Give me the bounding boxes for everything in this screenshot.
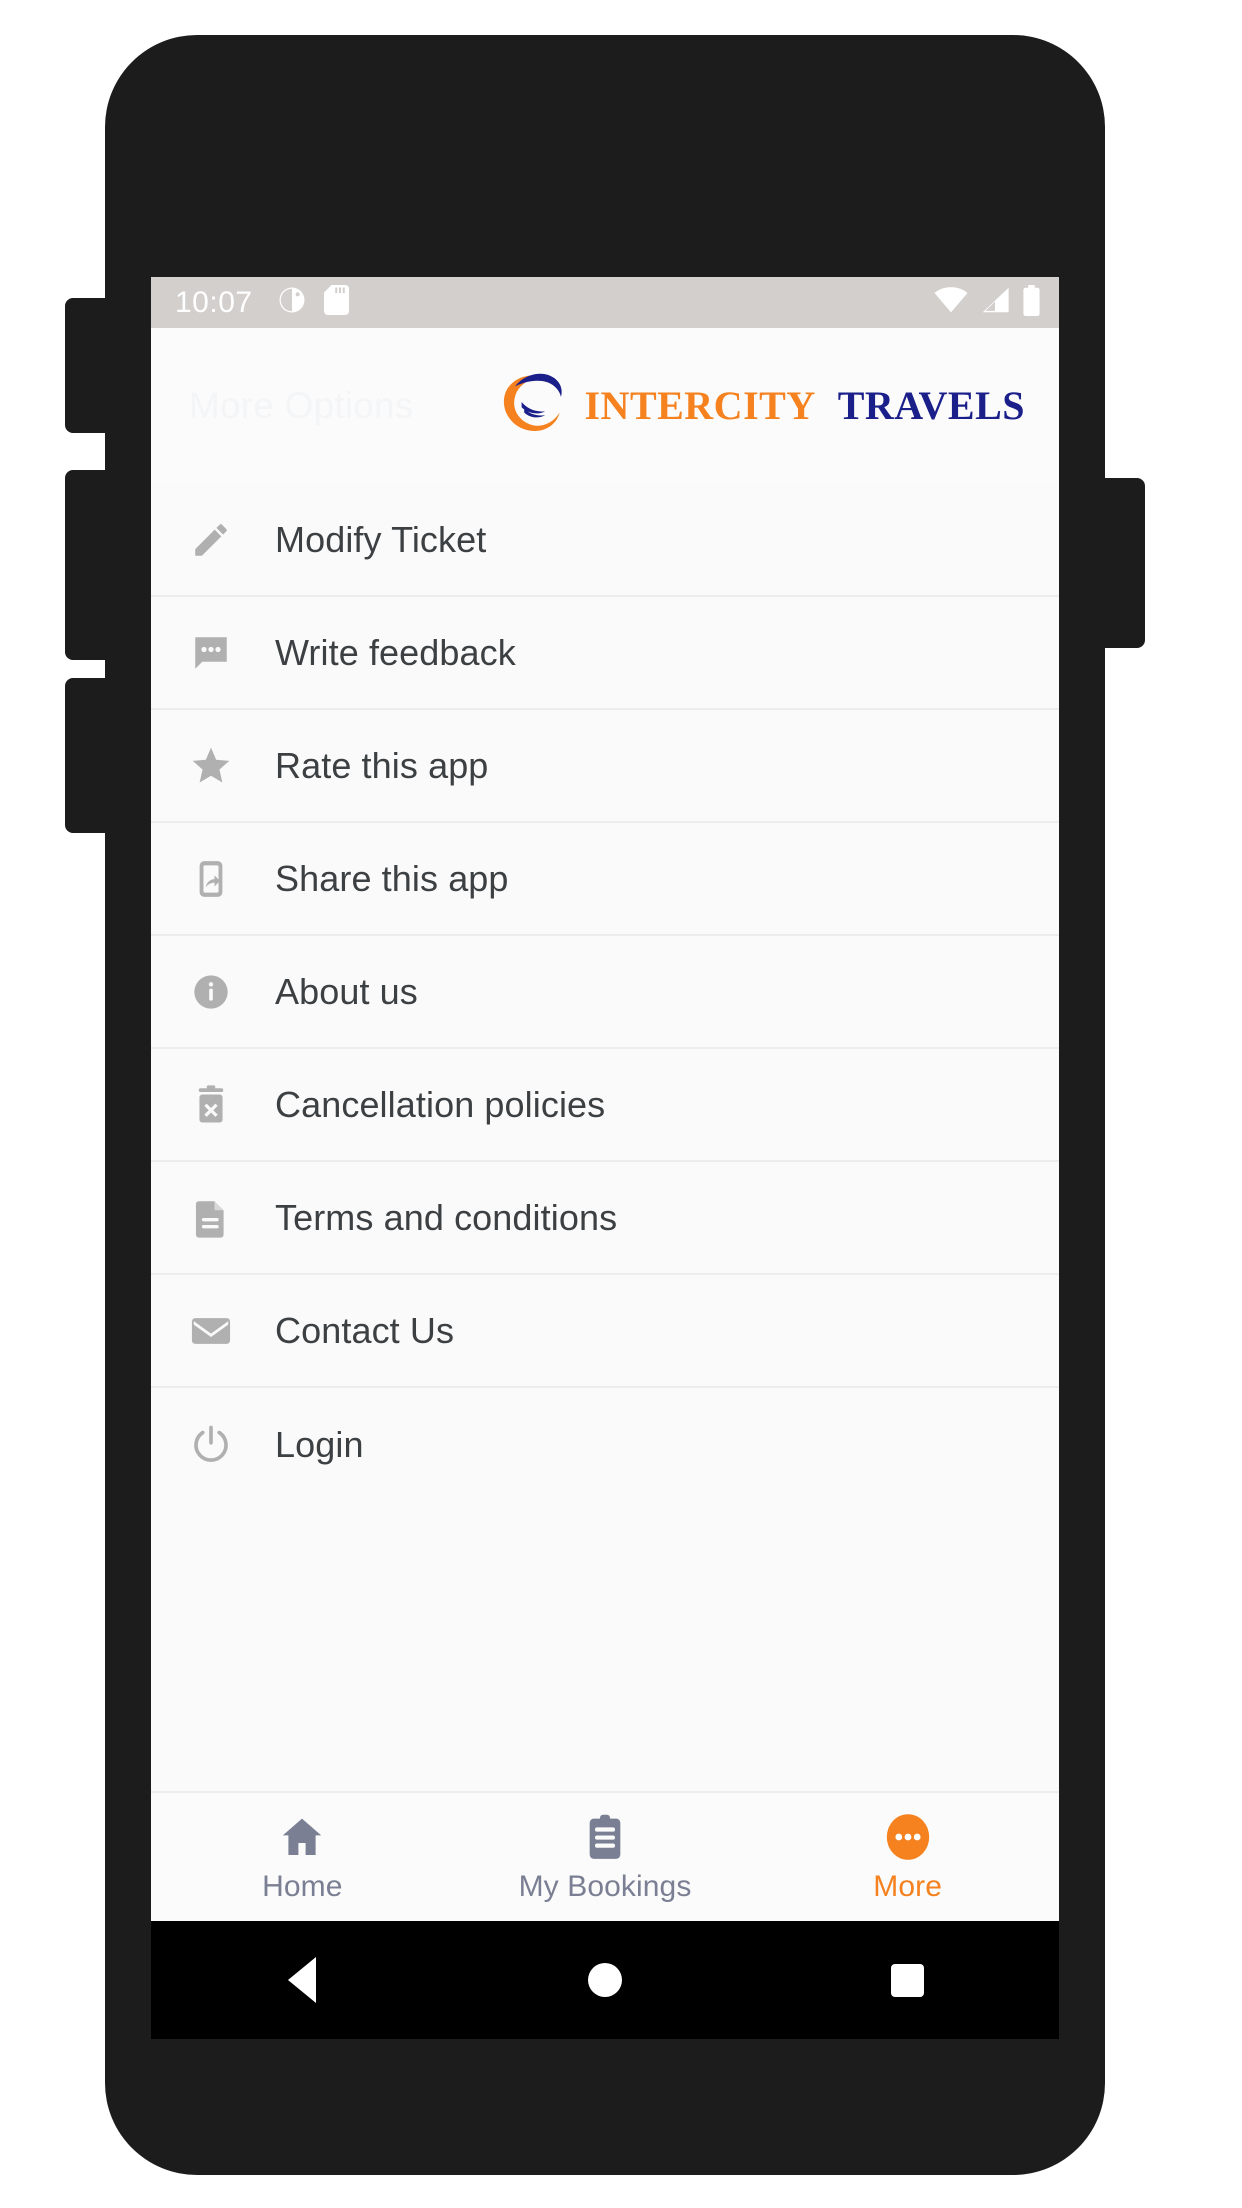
battery-icon <box>1022 284 1041 321</box>
menu-item-label: Contact Us <box>275 1309 455 1351</box>
menu-item-modify-ticket[interactable]: Modify Ticket <box>151 484 1059 597</box>
tab-label: My Bookings <box>518 1869 692 1903</box>
menu-item-label: Modify Ticket <box>275 518 487 560</box>
screenshot-root: 10:07 More Options INTERCITY TRAVELS Mod… <box>0 0 1242 2208</box>
menu-item-contact-us[interactable]: Contact Us <box>151 1275 1059 1388</box>
back-button[interactable] <box>151 1957 454 2003</box>
bottom-tab-bar: Home My Bookings More <box>151 1791 1059 1921</box>
tab-label: More <box>873 1869 943 1903</box>
recents-button[interactable] <box>756 1963 1059 1997</box>
home-icon <box>278 1811 326 1863</box>
tab-my-bookings[interactable]: My Bookings <box>454 1811 757 1904</box>
menu-item-about-us[interactable]: About us <box>151 936 1059 1049</box>
sd-card-icon <box>323 285 350 320</box>
circle-home-icon <box>588 1963 622 1997</box>
menu-item-label: Terms and conditions <box>275 1196 618 1238</box>
home-button[interactable] <box>454 1963 757 1997</box>
triangle-back-icon <box>288 1957 317 2003</box>
tab-home[interactable]: Home <box>151 1811 454 1904</box>
info-circle-icon <box>189 970 233 1014</box>
status-bar: 10:07 <box>151 277 1059 328</box>
menu-item-label: Login <box>275 1423 364 1465</box>
menu-item-terms-and-conditions[interactable]: Terms and conditions <box>151 1162 1059 1275</box>
clipboard-icon <box>583 1811 627 1863</box>
chat-bubble-icon <box>189 631 233 675</box>
status-time: 10:07 <box>175 285 253 319</box>
menu-item-label: Share this app <box>275 857 509 899</box>
do-not-disturb-icon <box>277 285 307 320</box>
cellular-signal-icon <box>980 286 1010 319</box>
menu-item-label: Rate this app <box>275 744 489 786</box>
status-left-icons <box>277 285 350 320</box>
menu-item-label: About us <box>275 970 418 1012</box>
brand-logo: INTERCITY TRAVELS <box>498 368 1039 445</box>
envelope-icon <box>189 1309 233 1353</box>
star-icon <box>189 744 233 788</box>
document-icon <box>189 1196 233 1240</box>
power-button[interactable] <box>1099 478 1145 648</box>
menu-item-label: Cancellation policies <box>275 1083 606 1125</box>
more-options-menu: Modify Ticket Write feedback Rate this a… <box>151 484 1059 1501</box>
phone-screen: 10:07 More Options INTERCITY TRAVELS Mod… <box>151 277 1059 1921</box>
menu-item-share-this-app[interactable]: Share this app <box>151 823 1059 936</box>
brand-name-primary: INTERCITY <box>584 383 816 428</box>
orange-swoosh-logo-icon <box>498 368 574 445</box>
more-dots-icon <box>884 1811 932 1863</box>
menu-item-cancellation-policies[interactable]: Cancellation policies <box>151 1049 1059 1162</box>
brand-name-secondary: TRAVELS <box>837 383 1025 428</box>
square-recents-icon <box>891 1963 925 1997</box>
tab-label: Home <box>262 1869 343 1903</box>
power-icon <box>189 1423 233 1467</box>
app-header: More Options INTERCITY TRAVELS <box>151 328 1059 484</box>
trash-x-icon <box>189 1083 233 1127</box>
page-title: More Options <box>189 385 414 426</box>
menu-item-label: Write feedback <box>275 631 516 673</box>
menu-item-login[interactable]: Login <box>151 1388 1059 1501</box>
wifi-icon <box>934 286 968 319</box>
menu-item-rate-this-app[interactable]: Rate this app <box>151 710 1059 823</box>
menu-item-write-feedback[interactable]: Write feedback <box>151 597 1059 710</box>
pencil-icon <box>189 518 233 562</box>
tab-more[interactable]: More <box>756 1811 1059 1904</box>
android-navigation-bar <box>151 1921 1059 2039</box>
side-button-lower[interactable] <box>65 678 111 833</box>
share-phone-icon <box>189 857 233 901</box>
volume-up-button[interactable] <box>65 298 111 433</box>
status-right-icons <box>934 284 1041 321</box>
volume-down-button[interactable] <box>65 470 111 660</box>
